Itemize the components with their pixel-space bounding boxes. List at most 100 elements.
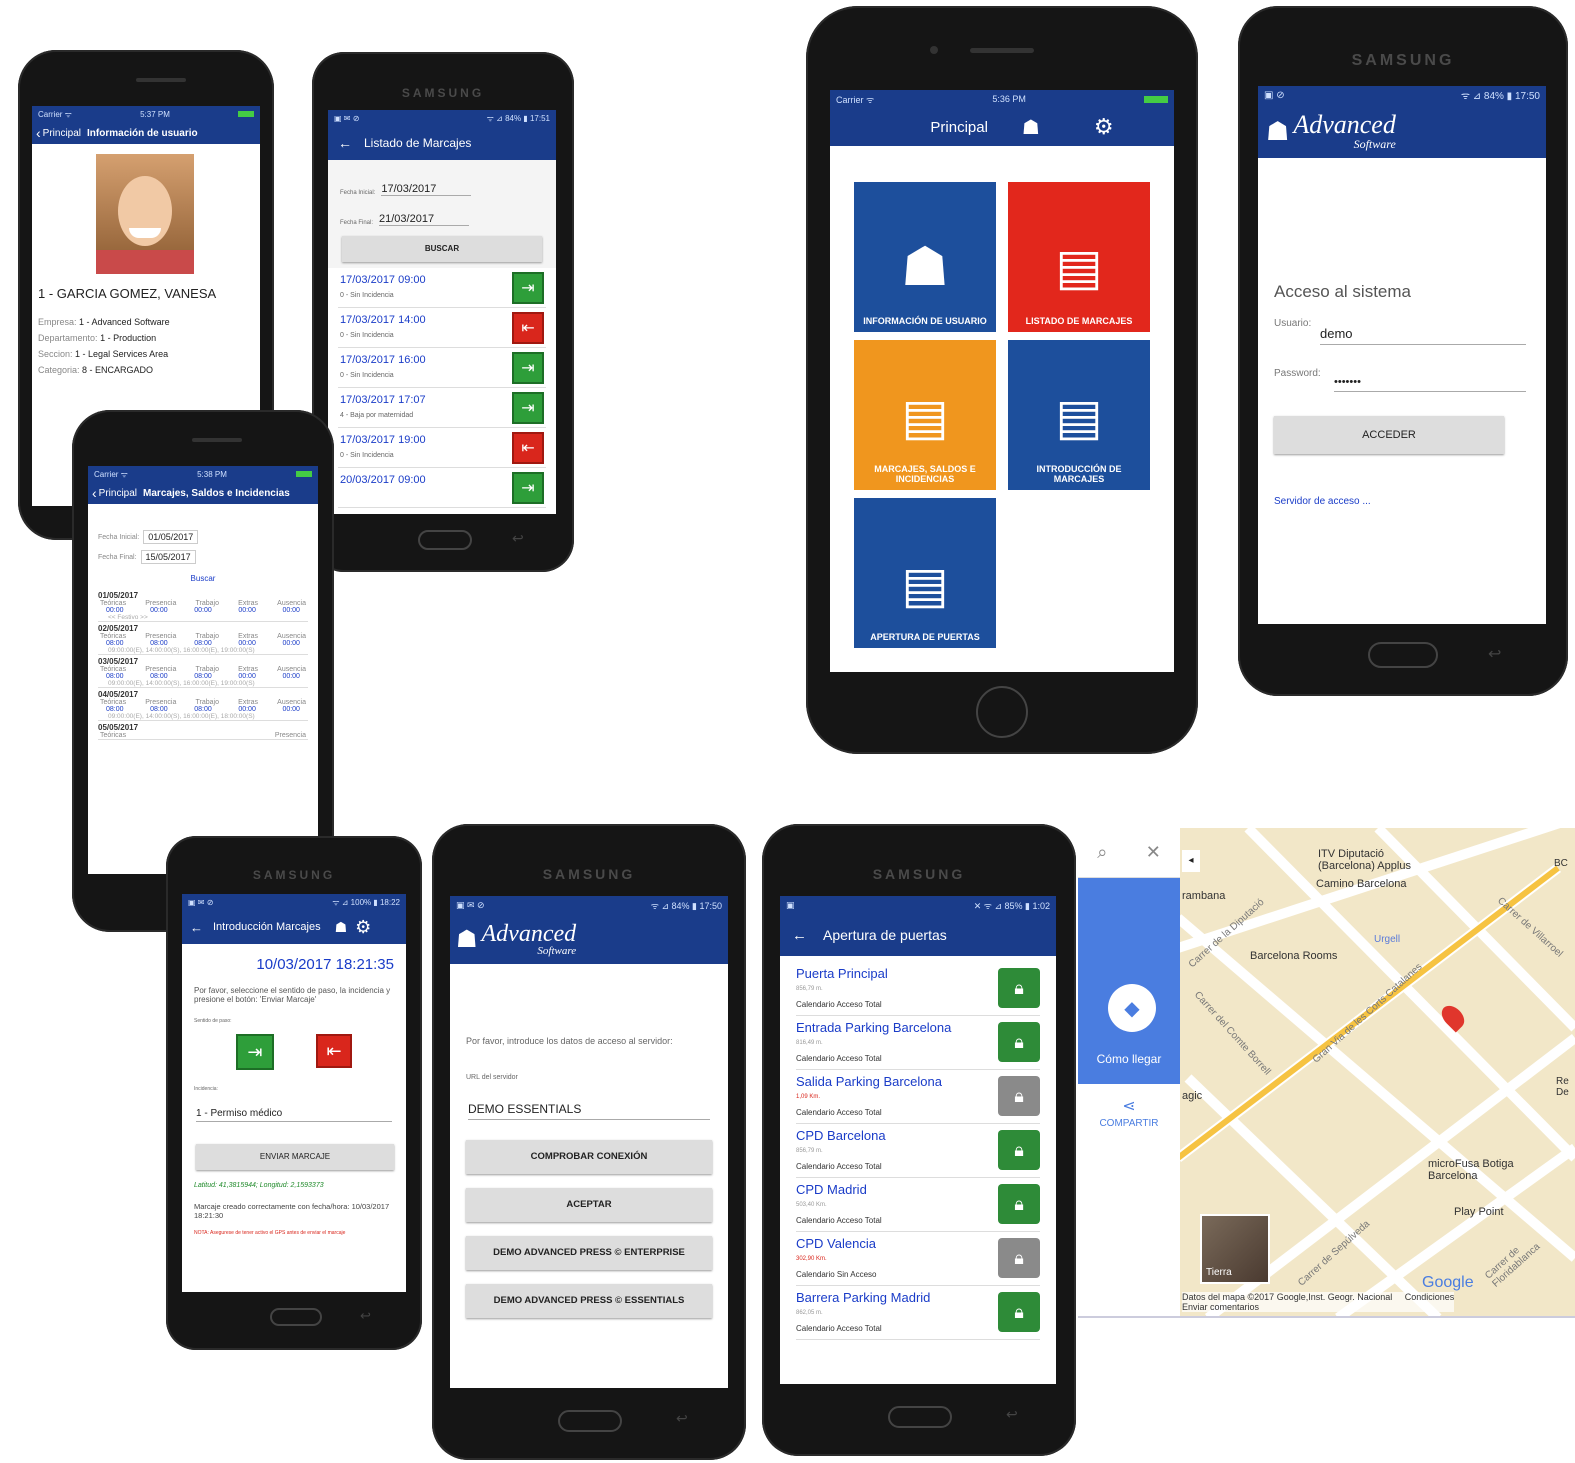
door-distance: 302,90 Km. — [796, 1256, 827, 1262]
settings-gear-icon[interactable]: ⚙ — [355, 917, 371, 938]
servidor-link[interactable]: Servidor de acceso ... — [1274, 496, 1371, 507]
incidencia-select[interactable]: 1 - Permiso médico — [196, 1108, 392, 1122]
tile-apertura-puertas[interactable]: ▤ APERTURA DE PUERTAS — [854, 498, 996, 648]
home-button[interactable] — [270, 1308, 322, 1326]
back-chevron-icon[interactable]: ‹ — [92, 485, 97, 501]
condiciones-link[interactable]: Condiciones — [1405, 1292, 1455, 1302]
home-button[interactable] — [418, 530, 472, 550]
comentarios-link[interactable]: Enviar comentarios — [1182, 1302, 1454, 1312]
day-value: 08:00 — [150, 640, 168, 647]
marcaje-row[interactable]: 17/03/2017 14:00 0 - Sin Incidencia ⇤ — [338, 308, 546, 348]
directions-icon[interactable]: ◆ — [1108, 984, 1156, 1032]
marcaje-row[interactable]: 17/03/2017 19:00 0 - Sin Incidencia ⇤ — [338, 428, 546, 468]
enviar-marcaje-button[interactable]: ENVIAR MARCAJE — [196, 1144, 394, 1170]
app-title: Introducción Marcajes — [213, 921, 321, 933]
demo-essentials-button[interactable]: DEMO ADVANCED PRESS © ESSENTIALS — [466, 1284, 712, 1318]
door-row[interactable]: CPD Madrid 503,40 Km. Calendario Acceso To… — [796, 1178, 1040, 1232]
lock-icon[interactable]: 🔒︎ — [998, 1022, 1040, 1062]
share-icon[interactable]: ⋖ — [1078, 1096, 1180, 1116]
door-row[interactable]: CPD Valencia 302,90 Km. Calendario Sin Acc… — [796, 1232, 1040, 1286]
search-icon[interactable]: ⌕ — [1097, 842, 1107, 863]
marcaje-row[interactable]: 17/03/2017 09:00 0 - Sin Incidencia ⇥ — [338, 268, 546, 308]
collapse-panel-icon[interactable]: ◂ — [1182, 850, 1200, 872]
marcaje-row[interactable]: 17/03/2017 16:00 0 - Sin Incidencia ⇥ — [338, 348, 546, 388]
usuario-input[interactable]: demo — [1320, 326, 1526, 345]
acceder-button[interactable]: ACCEDER — [1274, 416, 1504, 454]
filter-area: Fecha Inicial: 01/05/2017 Fecha Final: 15/… — [88, 504, 318, 583]
buscar-link[interactable]: Buscar — [98, 574, 308, 583]
comprobar-conexion-button[interactable]: COMPROBAR CONEXIÓN — [466, 1140, 712, 1174]
door-row[interactable]: Salida Parking Barcelona 1,09 Km. Calendar… — [796, 1070, 1040, 1124]
back-arrow-icon[interactable]: ← — [792, 927, 807, 944]
fecha-final-input[interactable]: 21/03/2017 — [379, 213, 470, 226]
door-row[interactable]: CPD Barcelona 856,79 m. Calendario Acceso … — [796, 1124, 1040, 1178]
back-label[interactable]: Principal — [43, 128, 81, 139]
app-bar: Principal ☗ ⚙ — [830, 108, 1174, 146]
password-input[interactable]: ••••••• — [1334, 376, 1526, 392]
camera-dot — [930, 46, 938, 54]
fecha-final-input[interactable]: 15/05/2017 — [140, 550, 196, 564]
door-distance: 1,09 Km. — [796, 1094, 821, 1100]
day-value: 00:00 — [194, 607, 212, 614]
entrada-button[interactable]: ⇥ — [236, 1034, 274, 1070]
door-name: Puerta Principal — [796, 966, 888, 981]
marcaje-row[interactable]: 17/03/2017 17:07 4 - Baja por maternidad ⇥ — [338, 388, 546, 428]
time: 5:36 PM — [992, 94, 1026, 104]
back-key-icon[interactable]: ↩ — [676, 1410, 688, 1427]
fecha-inicial-input[interactable]: 01/05/2017 — [143, 530, 199, 544]
door-row[interactable]: Entrada Parking Barcelona 816,49 m. Calend… — [796, 1016, 1040, 1070]
lock-icon[interactable]: 🔒︎ — [998, 1238, 1040, 1278]
back-key-icon[interactable]: ↩ — [360, 1308, 371, 1324]
settings-gear-icon[interactable]: ⚙ — [1094, 114, 1114, 140]
phone-apertura-puertas: SAMSUNG ▣ ✕ ᯤ ⊿ 85% ▮ 1:02 ← Apertura de … — [762, 824, 1076, 1456]
user-logo-icon[interactable]: ☗ — [335, 919, 348, 936]
map-label-agic: agic — [1182, 1090, 1203, 1102]
tile-introduccion-marcajes[interactable]: ▤ INTRODUCCIÓN DE MARCAJES — [1008, 340, 1150, 490]
status-bar: ▣ ✕ ᯤ ⊿ 85% ▮ 1:02 — [780, 896, 1056, 914]
back-key-icon[interactable]: ↩ — [1006, 1406, 1018, 1423]
fecha-inicial-input[interactable]: 17/03/2017 — [381, 183, 472, 196]
entrada-icon: ⇥ — [512, 392, 544, 424]
door-row[interactable]: Barrera Parking Madrid 862,05 m. Calendari… — [796, 1286, 1040, 1340]
home-button[interactable] — [976, 686, 1028, 738]
door-row[interactable]: Puerta Principal 856,79 m. Calendario Acce… — [796, 962, 1040, 1016]
como-llegar-label[interactable]: Cómo llegar — [1078, 1052, 1180, 1066]
satellite-thumbnail[interactable]: Tierra — [1200, 1214, 1270, 1284]
close-icon[interactable]: ✕ — [1146, 842, 1161, 863]
aceptar-button[interactable]: ACEPTAR — [466, 1188, 712, 1222]
lock-icon[interactable]: 🔒︎ — [998, 1184, 1040, 1224]
col-header: Ausencia — [277, 633, 306, 640]
lock-icon[interactable]: 🔒︎ — [998, 1076, 1040, 1116]
lock-icon[interactable]: 🔒︎ — [998, 1292, 1040, 1332]
back-chevron-icon[interactable]: ‹ — [36, 125, 41, 141]
user-logo-icon[interactable]: ☗ — [1022, 115, 1040, 140]
filter-area: Fecha Inicial: 17/03/2017 Fecha Final: 21/… — [328, 160, 556, 230]
home-button[interactable] — [1368, 642, 1438, 668]
marcaje-date: 20/03/2017 09:00 — [340, 474, 426, 486]
home-button[interactable] — [558, 1410, 622, 1432]
url-input[interactable]: DEMO ESSENTIALS — [468, 1102, 710, 1120]
marcaje-row[interactable]: 20/03/2017 09:00 ⇥ — [338, 468, 546, 508]
back-arrow-icon[interactable]: ← — [190, 920, 203, 935]
day-value: 08:00 — [194, 673, 212, 680]
home-button[interactable] — [888, 1406, 952, 1428]
demo-enterprise-button[interactable]: DEMO ADVANCED PRESS © ENTERPRISE — [466, 1236, 712, 1270]
salida-button[interactable]: ⇤ — [316, 1034, 352, 1068]
day-date: 02/05/2017 — [98, 624, 139, 633]
lock-icon[interactable]: 🔒︎ — [998, 1130, 1040, 1170]
lock-icon[interactable]: 🔒︎ — [998, 968, 1040, 1008]
buscar-button[interactable]: BUSCAR — [342, 236, 542, 262]
back-arrow-icon[interactable]: ← — [338, 135, 352, 151]
back-key-icon[interactable]: ↩ — [512, 530, 524, 547]
back-label[interactable]: Principal — [99, 488, 137, 499]
col-header: Presencia — [145, 633, 177, 640]
tile-marcajes-saldos[interactable]: ▤ MARCAJES, SALDOS E INCIDENCIAS — [854, 340, 996, 490]
col-header: Teóricas — [100, 699, 127, 706]
day-value: 08:00 — [150, 673, 168, 680]
tile-informacion-usuario[interactable]: ☗ INFORMACIÓN DE USUARIO — [854, 182, 996, 332]
back-key-icon[interactable]: ↩ — [1488, 644, 1501, 664]
map-label-barcelona-rooms: Barcelona Rooms — [1250, 950, 1338, 962]
tile-listado-marcajes[interactable]: ▤ LISTADO DE MARCAJES — [1008, 182, 1150, 332]
compartir-label[interactable]: COMPARTIR — [1078, 1118, 1180, 1129]
status-left: ▣ ✉ ⊘ — [334, 113, 360, 123]
